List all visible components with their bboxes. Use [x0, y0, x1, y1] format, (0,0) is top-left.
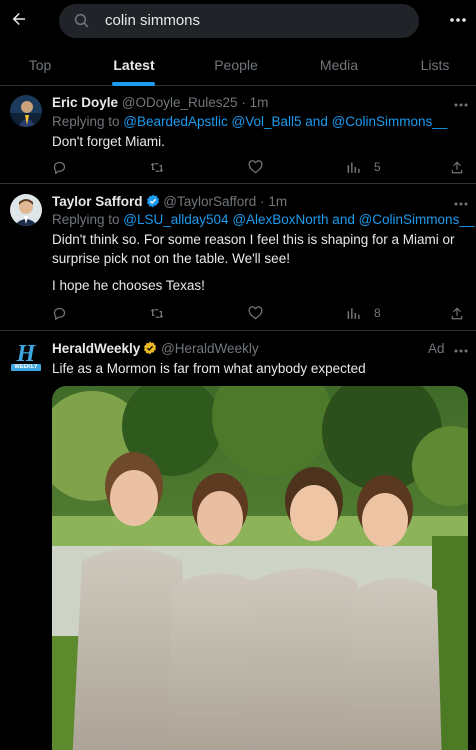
tweet-header: Eric Doyle @ODoyle_Rules25 · 1m: [52, 95, 268, 110]
gold-verified-badge-icon: [143, 341, 157, 355]
tweet[interactable]: Eric Doyle @ODoyle_Rules25 · 1m Replying…: [0, 87, 476, 184]
tab-lists[interactable]: Lists: [405, 43, 465, 86]
search-icon: [73, 12, 91, 30]
reply-context: Replying to @BeardedApstlic @Vol_Ball5 a…: [52, 114, 447, 129]
tab-media[interactable]: Media: [305, 43, 373, 86]
timestamp[interactable]: 1m: [250, 95, 269, 110]
top-bar: colin simmons: [0, 0, 476, 42]
tweet-text: Life as a Mormon is far from what anybod…: [52, 361, 366, 376]
tweet-header: HeraldWeekly @HeraldWeekly: [52, 341, 259, 356]
reply-icon: [53, 161, 66, 174]
timestamp[interactable]: 1m: [268, 194, 287, 209]
analytics-icon: [347, 308, 360, 319]
more-icon[interactable]: [452, 98, 470, 112]
reply-label: Replying to: [52, 114, 124, 129]
share-button[interactable]: [450, 157, 464, 177]
back-arrow-icon[interactable]: [8, 8, 30, 30]
search-tabs: Top Latest People Media Lists: [0, 43, 476, 86]
reply-context: Replying to @LSU_allday504 @AlexBoxNorth…: [52, 212, 474, 227]
tab-people[interactable]: People: [200, 43, 272, 86]
author-handle[interactable]: @ODoyle_Rules25: [122, 95, 238, 110]
avatar[interactable]: [10, 194, 42, 226]
ad-image[interactable]: [52, 386, 468, 750]
avatar[interactable]: [10, 95, 42, 127]
active-tab-indicator: [112, 82, 155, 86]
reply-icon: [53, 307, 66, 320]
author-name[interactable]: Eric Doyle: [52, 95, 118, 110]
logo-text: WEEKLY: [14, 364, 38, 370]
author-name[interactable]: HeraldWeekly: [52, 341, 140, 356]
views-count: 5: [374, 160, 381, 174]
heart-icon: [248, 306, 263, 320]
repost-button[interactable]: [149, 157, 165, 177]
search-input[interactable]: colin simmons: [105, 12, 200, 29]
repost-icon: [150, 162, 164, 172]
repost-button[interactable]: [149, 303, 165, 323]
verified-badge-icon: [146, 194, 160, 208]
views-count: 8: [374, 306, 381, 320]
separator: ·: [260, 194, 265, 209]
tweet-text-line: I hope he chooses Texas!: [52, 278, 205, 293]
author-name[interactable]: Taylor Safford: [52, 194, 143, 209]
share-icon: [451, 306, 463, 319]
reply-mentions[interactable]: @BeardedApstlic @Vol_Ball5 and @ColinSim…: [123, 114, 447, 129]
reply-mentions[interactable]: @LSU_allday504 @AlexBoxNorth and @ColinS…: [123, 212, 474, 227]
tweet-header: Taylor Safford @TaylorSafford · 1m: [52, 194, 287, 209]
tweet[interactable]: Taylor Safford @TaylorSafford · 1m Reply…: [0, 184, 476, 331]
tab-top[interactable]: Top: [10, 43, 70, 86]
repost-icon: [150, 308, 164, 318]
like-button[interactable]: [248, 157, 263, 177]
more-icon[interactable]: [452, 197, 470, 211]
author-handle[interactable]: @HeraldWeekly: [161, 341, 259, 356]
ad-label: Ad: [428, 341, 445, 356]
reply-button[interactable]: [52, 303, 67, 323]
more-icon[interactable]: [452, 344, 470, 358]
heart-icon: [248, 160, 263, 174]
like-button[interactable]: [248, 303, 263, 323]
tweet-actions: 5: [52, 157, 466, 177]
tweet-text: Didn't think so. For some reason I feel …: [52, 232, 455, 266]
herald-logo[interactable]: H WEEKLY: [9, 339, 43, 373]
share-icon: [451, 160, 463, 173]
tweet-actions: 8: [52, 303, 466, 323]
share-button[interactable]: [450, 303, 464, 323]
author-handle[interactable]: @TaylorSafford: [163, 194, 256, 209]
search-box[interactable]: colin simmons: [59, 4, 419, 38]
views-button[interactable]: 5: [346, 157, 381, 177]
more-options-icon[interactable]: [448, 10, 468, 30]
tweet-text: Don't forget Miami.: [52, 134, 165, 149]
tab-latest[interactable]: Latest: [100, 43, 168, 86]
analytics-icon: [347, 162, 360, 173]
reply-label: Replying to: [52, 212, 124, 227]
reply-button[interactable]: [52, 157, 67, 177]
views-button[interactable]: 8: [346, 303, 381, 323]
separator: ·: [241, 95, 246, 110]
